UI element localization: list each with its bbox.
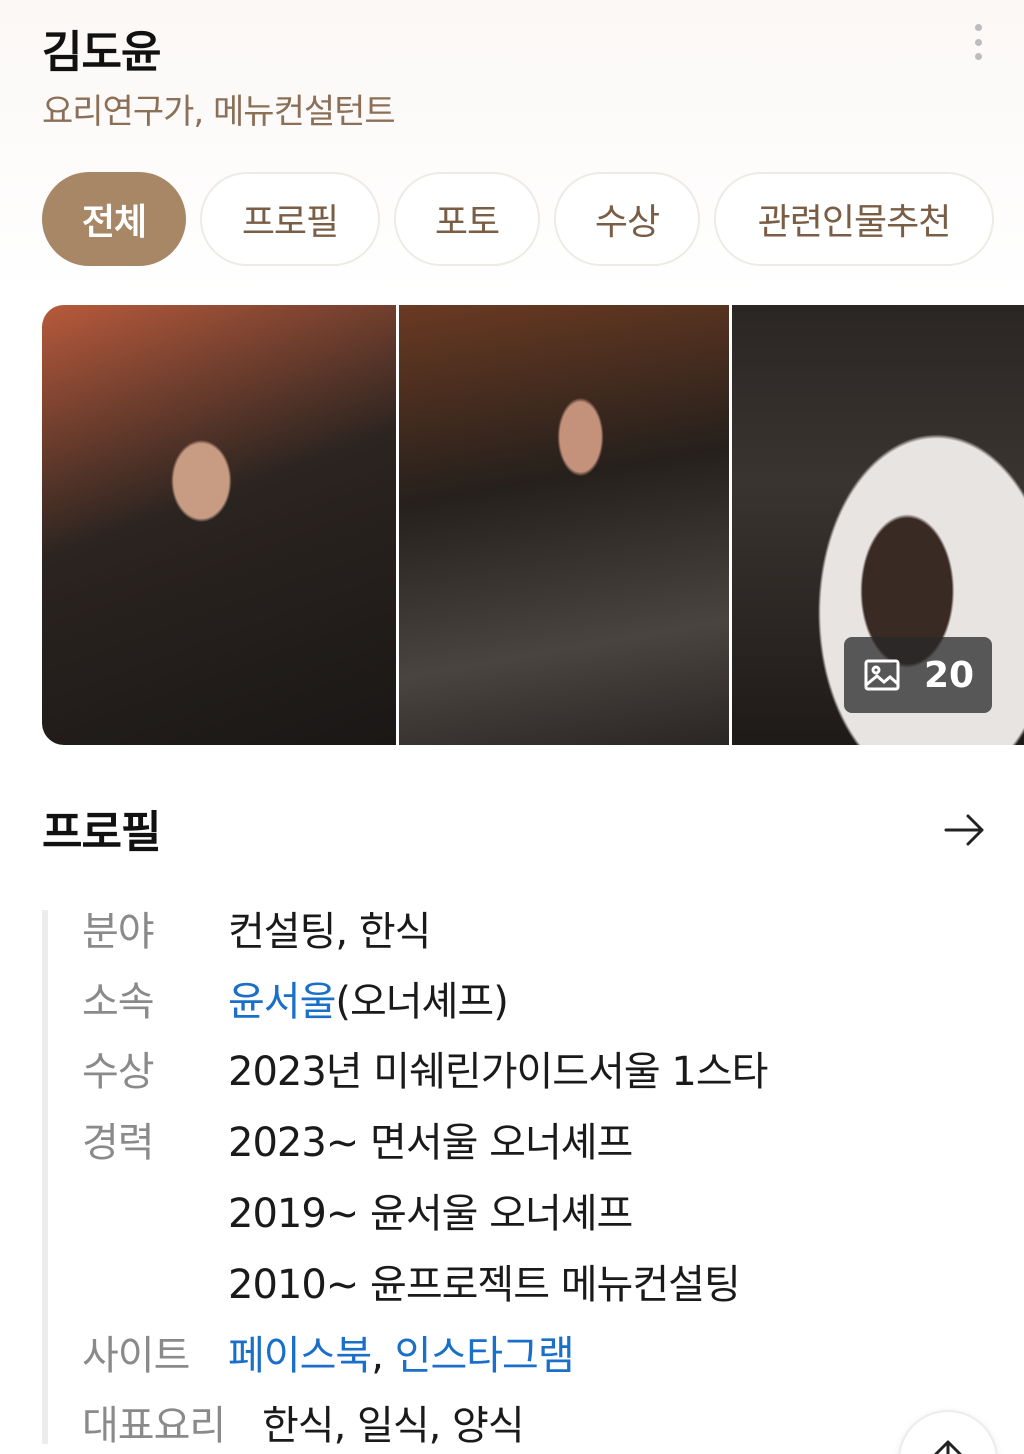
tab-profile[interactable]: 프로필 bbox=[200, 172, 380, 266]
info-value: 2023년 미쉐린가이드서울 1스타 bbox=[228, 1049, 768, 1095]
profile-header: 김도윤 요리연구가, 메뉴컨설턴트 전체 프로필 포토 수상 관련인물추천 bbox=[0, 0, 1024, 300]
profile-info-list: 분야 컨설팅, 한식 소속 윤서울(오너셰프) 수상 2023년 미쉐린가이드서… bbox=[42, 909, 982, 1449]
photo-count-badge[interactable]: 20 bbox=[844, 637, 992, 713]
arrow-up-icon bbox=[934, 1440, 962, 1454]
info-label: 분야 bbox=[82, 909, 155, 955]
photo-strip: 20 bbox=[42, 305, 1024, 745]
affiliation-role: (오너셰프) bbox=[335, 979, 508, 1025]
info-label: 경력 bbox=[82, 1120, 155, 1166]
link-separator: , bbox=[371, 1333, 384, 1379]
affiliation-link[interactable]: 윤서울 bbox=[228, 979, 336, 1025]
tab-photo[interactable]: 포토 bbox=[394, 172, 540, 266]
more-vertical-icon[interactable] bbox=[962, 20, 994, 64]
photo-count: 20 bbox=[923, 654, 975, 696]
facebook-link[interactable]: 페이스북 bbox=[228, 1333, 372, 1379]
tab-awards[interactable]: 수상 bbox=[554, 172, 700, 266]
image-icon bbox=[864, 659, 900, 691]
career-item: 2019~ 윤서울 오너셰프 bbox=[228, 1191, 633, 1237]
info-label: 대표요리 bbox=[82, 1403, 226, 1449]
section-title-profile: 프로필 bbox=[42, 807, 161, 858]
info-label: 수상 bbox=[82, 1049, 155, 1095]
info-value: 한식, 일식, 양식 bbox=[262, 1403, 525, 1449]
info-label: 소속 bbox=[82, 979, 155, 1025]
info-value: 컨설팅, 한식 bbox=[228, 909, 431, 955]
photo-chef-pasta-machine[interactable] bbox=[42, 305, 396, 745]
photo-truffle-dish[interactable]: 20 bbox=[732, 305, 1024, 745]
arrow-right-icon[interactable] bbox=[942, 808, 986, 852]
tab-all[interactable]: 전체 bbox=[42, 172, 186, 266]
tab-bar: 전체 프로필 포토 수상 관련인물추천 bbox=[42, 172, 994, 266]
person-occupation: 요리연구가, 메뉴컨설턴트 bbox=[42, 92, 396, 132]
tab-related-people[interactable]: 관련인물추천 bbox=[714, 172, 994, 266]
person-name: 김도윤 bbox=[42, 27, 161, 78]
career-item: 2010~ 윤프로젝트 메뉴컨설팅 bbox=[228, 1262, 741, 1308]
photo-chef-kitchen[interactable] bbox=[399, 305, 729, 745]
info-label: 사이트 bbox=[82, 1333, 190, 1379]
career-item: 2023~ 면서울 오너셰프 bbox=[228, 1120, 633, 1166]
instagram-link[interactable]: 인스타그램 bbox=[395, 1333, 575, 1379]
